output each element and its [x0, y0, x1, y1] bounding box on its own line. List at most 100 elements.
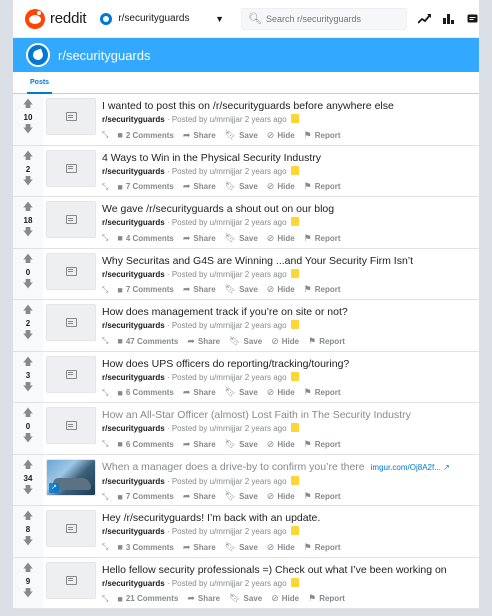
downvote-icon[interactable]: 🡇︎ — [23, 537, 33, 548]
post-thumbnail[interactable] — [46, 355, 96, 393]
upvote-icon[interactable]: 🡅︎ — [23, 203, 33, 214]
share-button[interactable]: ➦ Share — [183, 181, 216, 192]
share-button[interactable]: ➦ Share — [183, 284, 216, 295]
downvote-icon[interactable]: 🡇︎ — [23, 434, 33, 445]
upvote-icon[interactable]: 🡅︎ — [23, 100, 33, 111]
post-thumbnail[interactable] — [46, 98, 96, 135]
downvote-icon[interactable]: 🡇︎ — [23, 331, 33, 342]
expand-icon[interactable]: ⤡ — [102, 388, 108, 398]
hide-button[interactable]: ⊘ Hide — [271, 593, 299, 604]
chat-icon[interactable] — [465, 12, 479, 26]
downvote-icon[interactable]: 🡇︎ — [23, 279, 33, 291]
expand-icon[interactable]: ⤡ — [102, 542, 108, 552]
downvote-icon[interactable]: 🡇︎ — [23, 588, 33, 600]
community-dropdown[interactable]: r/securityguards ▼ — [100, 7, 224, 31]
post-item[interactable]: 🡅︎ 2 🡇︎ 4 Ways to Win in the Physical Se… — [13, 145, 479, 197]
tab-posts[interactable]: Posts — [27, 72, 53, 94]
report-button[interactable]: ⚑ Report — [308, 593, 345, 604]
upvote-icon[interactable]: 🡅︎ — [23, 357, 33, 369]
post-title[interactable]: When a manager does a drive-by to confir… — [102, 461, 365, 473]
save-button[interactable]: 🔖︎ Save — [225, 181, 258, 192]
hide-button[interactable]: ⊘ Hide — [267, 439, 295, 450]
expand-icon[interactable]: ⤡ — [102, 233, 108, 243]
reddit-logo[interactable]: reddit — [25, 8, 87, 29]
post-subreddit[interactable]: r/securityguards — [102, 321, 165, 330]
downvote-icon[interactable]: 🡇︎ — [23, 485, 33, 497]
hide-button[interactable]: ⊘ Hide — [267, 491, 295, 502]
upvote-icon[interactable]: 🡅︎ — [23, 306, 33, 317]
save-button[interactable]: 🔖︎ Save — [229, 336, 262, 347]
post-item[interactable]: 🡅︎ 34 🡇︎ ↗ When a manager does a drive-b… — [13, 454, 479, 506]
trending-icon[interactable] — [417, 12, 431, 26]
comments-button[interactable]: ■ 7 Comments — [117, 182, 173, 192]
stats-icon[interactable] — [441, 12, 455, 26]
comments-button[interactable]: ■ 2 Comments — [117, 130, 173, 140]
hide-button[interactable]: ⊘ Hide — [267, 284, 295, 295]
post-thumbnail[interactable] — [46, 149, 96, 187]
report-button[interactable]: ⚑ Report — [304, 439, 341, 450]
post-thumbnail[interactable]: ↗ — [46, 458, 96, 496]
share-button[interactable]: ➦ Share — [183, 542, 216, 553]
post-item[interactable]: 🡅︎ 9 🡇︎ Hello fellow security profession… — [13, 557, 479, 609]
post-subreddit[interactable]: r/securityguards — [102, 527, 165, 536]
comments-button[interactable]: ■ 7 Comments — [117, 492, 173, 502]
post-item[interactable]: 🡅︎ 0 🡇︎ How an All-Star Officer (almost)… — [13, 403, 479, 455]
post-title[interactable]: We gave /r/securityguards a shout out on… — [102, 203, 334, 215]
post-subreddit[interactable]: r/securityguards — [102, 270, 165, 279]
save-button[interactable]: 🔖︎ Save — [225, 130, 258, 141]
expand-icon[interactable]: ⤡ — [102, 492, 108, 502]
hide-button[interactable]: ⊘ Hide — [267, 181, 295, 192]
downvote-icon[interactable]: 🡇︎ — [23, 176, 33, 188]
upvote-icon[interactable]: 🡅︎ — [23, 409, 33, 420]
comments-button[interactable]: ■ 47 Comments — [117, 336, 178, 346]
comments-button[interactable]: ■ 3 Comments — [117, 542, 173, 552]
search-box[interactable]: 🔍︎ — [241, 7, 407, 30]
expand-icon[interactable]: ⤡ — [102, 285, 108, 295]
post-link-domain[interactable]: imgur.com/Oj8A2f... ↗ — [371, 463, 450, 472]
downvote-icon[interactable]: 🡇︎ — [23, 125, 33, 136]
report-button[interactable]: ⚑ Report — [304, 387, 341, 398]
hide-button[interactable]: ⊘ Hide — [267, 387, 295, 398]
share-button[interactable]: ➦ Share — [183, 491, 216, 502]
post-subreddit[interactable]: r/securityguards — [102, 373, 165, 382]
post-item[interactable]: 🡅︎ 2 🡇︎ How does management track if you… — [13, 300, 479, 352]
post-item[interactable]: 🡅︎ 0 🡇︎ Why Securitas and G4S are Winnin… — [13, 248, 479, 300]
hide-button[interactable]: ⊘ Hide — [267, 130, 295, 141]
report-button[interactable]: ⚑ Report — [304, 130, 341, 141]
post-title[interactable]: Hello fellow security professionals =) C… — [102, 564, 447, 576]
post-item[interactable]: 🡅︎ 10 🡇︎ I wanted to post this on /r/sec… — [13, 94, 479, 146]
post-subreddit[interactable]: r/securityguards — [102, 167, 165, 176]
upvote-icon[interactable]: 🡅︎ — [23, 563, 33, 575]
report-button[interactable]: ⚑ Report — [304, 181, 341, 192]
expand-icon[interactable]: ⤡ — [102, 182, 108, 192]
post-item[interactable]: 🡅︎ 18 🡇︎ We gave /r/securityguards a sho… — [13, 197, 479, 249]
share-button[interactable]: ➦ Share — [187, 593, 220, 604]
post-thumbnail[interactable] — [46, 201, 96, 238]
post-item[interactable]: 🡅︎ 8 🡇︎ Hey /r/securityguards! I’m back … — [13, 506, 479, 558]
post-subreddit[interactable]: r/securityguards — [102, 115, 165, 124]
comments-button[interactable]: ■ 7 Comments — [117, 285, 173, 295]
comments-button[interactable]: ■ 4 Comments — [117, 233, 173, 243]
post-thumbnail[interactable] — [46, 304, 96, 341]
post-subreddit[interactable]: r/securityguards — [102, 424, 165, 433]
post-subreddit[interactable]: r/securityguards — [102, 477, 165, 486]
downvote-icon[interactable]: 🡇︎ — [23, 382, 33, 394]
save-button[interactable]: 🔖︎ Save — [225, 387, 258, 398]
post-thumbnail[interactable] — [46, 407, 96, 444]
upvote-icon[interactable]: 🡅︎ — [23, 512, 33, 523]
expand-icon[interactable]: ⤡ — [102, 130, 108, 140]
post-title[interactable]: How does UPS officers do reporting/track… — [102, 358, 349, 370]
share-button[interactable]: ➦ Share — [187, 336, 220, 347]
share-button[interactable]: ➦ Share — [183, 233, 216, 244]
post-subreddit[interactable]: r/securityguards — [102, 218, 165, 227]
save-button[interactable]: 🔖︎ Save — [225, 233, 258, 244]
post-title[interactable]: How does management track if you’re on s… — [102, 306, 348, 318]
search-input[interactable] — [266, 13, 406, 24]
report-button[interactable]: ⚑ Report — [304, 542, 341, 553]
save-button[interactable]: 🔖︎ Save — [225, 491, 258, 502]
save-button[interactable]: 🔖︎ Save — [225, 542, 258, 553]
save-button[interactable]: 🔖︎ Save — [225, 284, 258, 295]
post-title[interactable]: Hey /r/securityguards! I’m back with an … — [102, 512, 320, 524]
report-button[interactable]: ⚑ Report — [304, 491, 341, 502]
report-button[interactable]: ⚑ Report — [304, 233, 341, 244]
